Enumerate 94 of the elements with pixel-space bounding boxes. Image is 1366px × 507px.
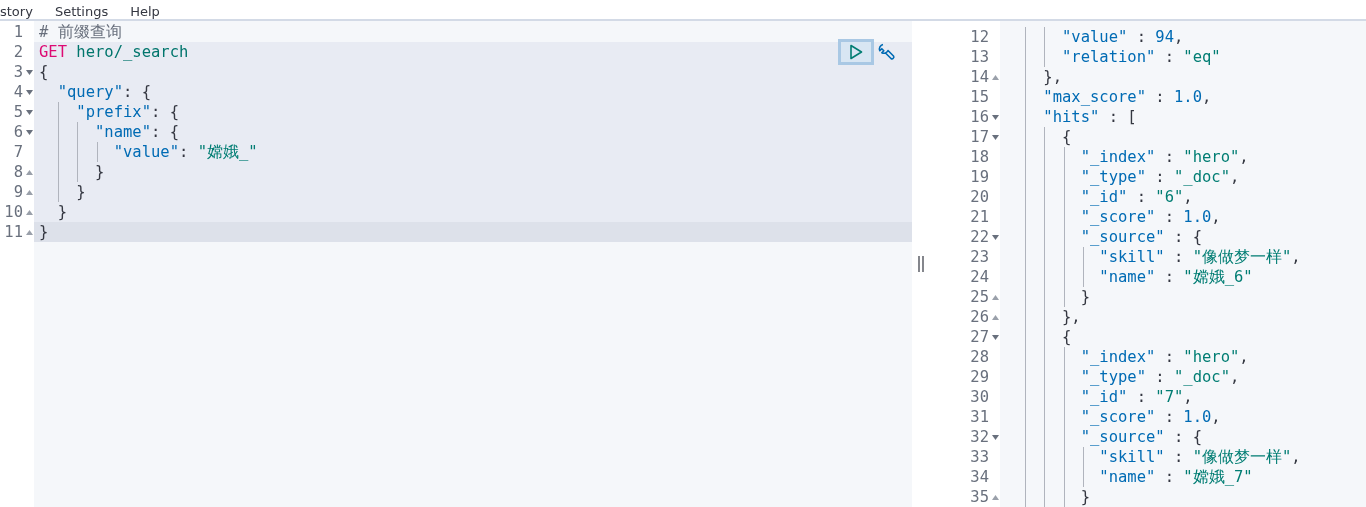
code-line: } [94, 162, 105, 182]
code-line: "prefix": { [75, 102, 179, 122]
code-line: } [75, 182, 86, 202]
code-line: "_index" : "hero", [1079, 347, 1249, 367]
line-number: 9 [13, 183, 23, 201]
line-number: 34 [970, 468, 989, 486]
code-line: "max_score" : 1.0, [1042, 87, 1212, 107]
run-button[interactable] [838, 39, 874, 65]
line-number: 33 [970, 448, 989, 466]
code-line: { [1061, 327, 1072, 347]
line-number: 16 [970, 108, 989, 126]
line-number: 28 [970, 348, 989, 366]
line-number: 20 [970, 188, 989, 206]
code-line: "value": "嫦娥_" [112, 142, 258, 162]
line-number: 30 [970, 388, 989, 406]
code-line: "skill" : "像做梦一样", [1098, 247, 1301, 267]
code-line: } [39, 222, 49, 242]
line-number: 35 [970, 488, 989, 506]
code-line: GET hero/_search [39, 42, 189, 62]
code-line: "hits" : [ [1042, 107, 1137, 127]
code-line: "_source" : { [1079, 427, 1202, 447]
fold-icon[interactable] [26, 89, 33, 95]
fold-icon[interactable] [26, 109, 33, 115]
wrench-icon [876, 42, 896, 62]
play-icon [849, 44, 863, 60]
code-line: "name" : "嫦娥_6" [1098, 267, 1253, 287]
line-number: 26 [970, 308, 989, 326]
fold-icon[interactable] [992, 434, 999, 440]
fold-icon[interactable] [992, 334, 999, 340]
line-number: 19 [970, 168, 989, 186]
line-number: 27 [970, 328, 989, 346]
code-line: "name" : "嫦娥_7" [1098, 467, 1253, 487]
line-number: 5 [13, 103, 23, 121]
splitter-handle-icon[interactable] [918, 256, 924, 272]
code-line: "value" : 94, [1061, 27, 1184, 47]
code-line: { [1061, 127, 1072, 147]
line-number: 7 [13, 143, 23, 161]
fold-icon[interactable] [992, 234, 999, 240]
code-line: { [39, 62, 49, 82]
line-number: 8 [13, 163, 23, 181]
fold-icon[interactable] [26, 129, 33, 135]
line-number: 31 [970, 408, 989, 426]
line-number: 24 [970, 268, 989, 286]
code-line: "name": { [94, 122, 179, 142]
fold-icon[interactable] [992, 114, 999, 120]
line-number: 11 [4, 223, 23, 241]
fold-end-icon[interactable] [992, 494, 999, 500]
fold-end-icon[interactable] [26, 169, 33, 175]
code-line: "_type" : "_doc", [1079, 367, 1240, 387]
menu-item[interactable]: Settings [54, 4, 109, 19]
line-number: 17 [970, 128, 989, 146]
code-line: }, [1061, 307, 1081, 327]
fold-end-icon[interactable] [26, 229, 33, 235]
line-number: 14 [970, 68, 989, 86]
code-line: "_source" : { [1079, 227, 1202, 247]
code-line: "_id" : "7", [1079, 387, 1193, 407]
fold-end-icon[interactable] [26, 209, 33, 215]
code-line: "query": { [56, 82, 151, 102]
menu-item[interactable]: story [0, 4, 33, 19]
code-line: "_type" : "_doc", [1079, 167, 1240, 187]
code-line: } [1079, 487, 1090, 507]
line-number: 22 [970, 228, 989, 246]
line-number: 21 [970, 208, 989, 226]
line-number: 10 [4, 203, 23, 221]
line-number: 18 [970, 148, 989, 166]
code-line: # 前缀查询 [39, 22, 122, 42]
fold-end-icon[interactable] [26, 189, 33, 195]
line-number: 12 [970, 28, 989, 46]
code-line: } [1079, 287, 1090, 307]
line-number: 13 [970, 48, 989, 66]
line-number: 4 [13, 83, 23, 101]
fold-icon[interactable] [26, 69, 33, 75]
code-line: } [56, 202, 67, 222]
code-line: "_id" : "6", [1079, 187, 1193, 207]
line-number: 29 [970, 368, 989, 386]
line-number: 32 [970, 428, 989, 446]
line-number: 2 [13, 43, 23, 61]
line-number: 6 [13, 123, 23, 141]
line-number: 3 [13, 63, 23, 81]
fold-icon[interactable] [992, 134, 999, 140]
code-line: "_score" : 1.0, [1079, 207, 1221, 227]
code-line: "_index" : "hero", [1079, 147, 1249, 167]
fold-end-icon[interactable] [992, 74, 999, 80]
fold-end-icon[interactable] [992, 314, 999, 320]
code-line: "skill" : "像做梦一样", [1098, 447, 1301, 467]
line-number: 25 [970, 288, 989, 306]
line-number: 23 [970, 248, 989, 266]
code-line: "_score" : 1.0, [1079, 407, 1221, 427]
code-line: "relation" : "eq" [1061, 47, 1221, 67]
line-number: 1 [13, 23, 23, 41]
menu-item[interactable]: Help [130, 4, 160, 19]
code-line: }, [1042, 67, 1062, 87]
line-number: 15 [970, 88, 989, 106]
fold-end-icon[interactable] [992, 294, 999, 300]
